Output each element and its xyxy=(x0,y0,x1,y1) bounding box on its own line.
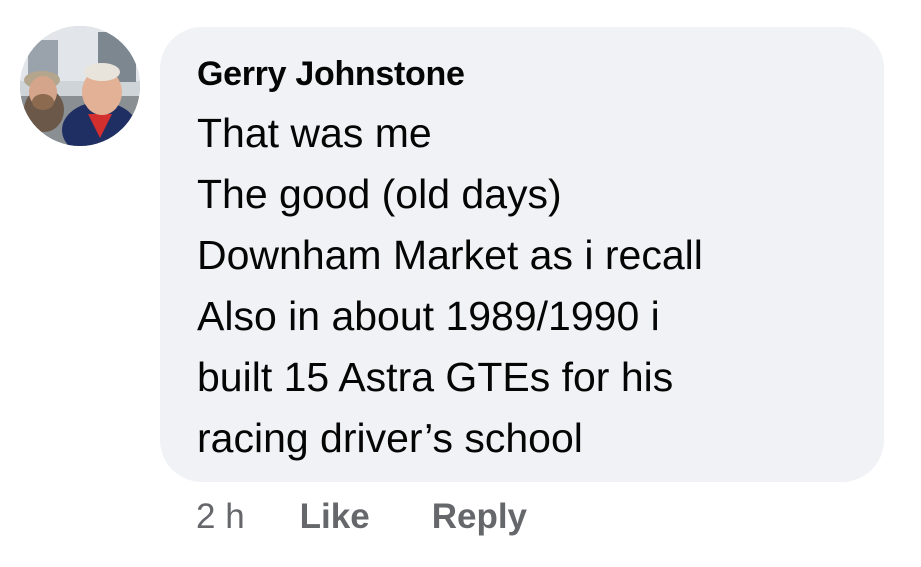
comment-line: That was me xyxy=(197,110,432,156)
comment-bubble: Gerry Johnstone That was me The good (ol… xyxy=(160,27,884,482)
comment-line: Also in about 1989/1990 i xyxy=(197,293,660,339)
comment-text: That was me The good (old days) Downham … xyxy=(197,103,850,469)
avatar[interactable] xyxy=(20,26,140,146)
comment-author[interactable]: Gerry Johnstone xyxy=(197,54,850,94)
comment-timestamp[interactable]: 2 h xyxy=(196,497,245,537)
like-button[interactable]: Like xyxy=(300,497,370,537)
reply-button[interactable]: Reply xyxy=(432,497,527,537)
comment-actions: 2 h Like Reply xyxy=(196,492,527,542)
comment-line: racing driver’s school xyxy=(197,415,583,461)
comment-line: Downham Market as i recall xyxy=(197,232,703,278)
avatar-photo xyxy=(20,26,140,146)
comment-line: The good (old days) xyxy=(197,171,562,217)
comment-line: built 15 Astra GTEs for his xyxy=(197,354,674,400)
